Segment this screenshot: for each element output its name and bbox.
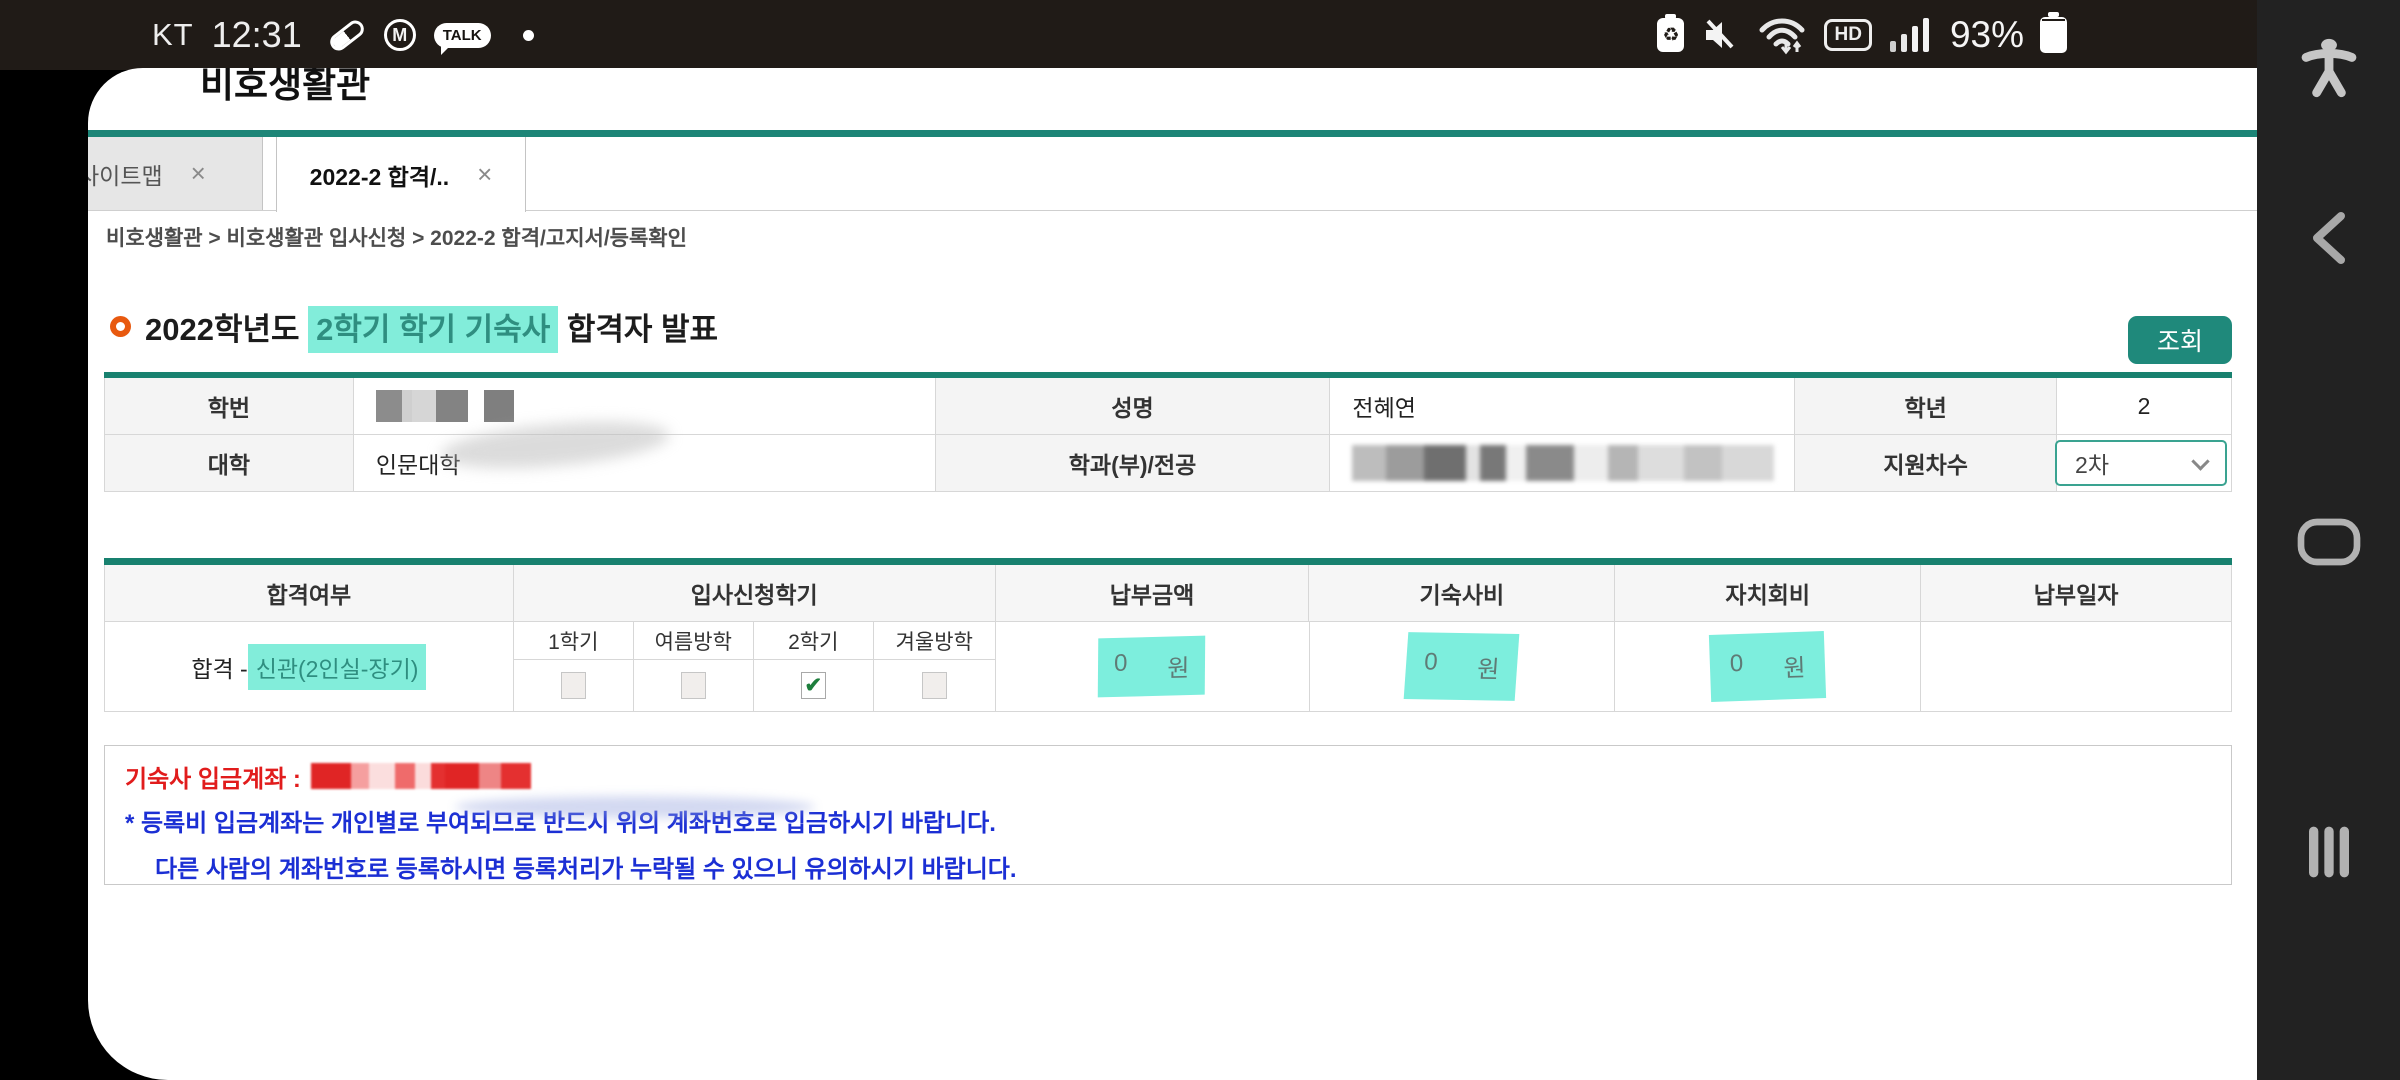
- subheader-semester1: 1학기: [514, 622, 634, 660]
- dorm-fee-cell: 0원: [1310, 622, 1616, 712]
- redacted-account-number: [311, 763, 531, 789]
- signal-icon: [1888, 15, 1934, 55]
- capsule-icon: [327, 17, 367, 54]
- notice-line-1: * 등록비 입금계좌는 개인별로 부여되므로 반드시 위의 계좌번호로 입금하시…: [125, 803, 2231, 838]
- header-dorm-fee: 기숙사비: [1309, 565, 1615, 622]
- back-icon[interactable]: [2304, 210, 2354, 266]
- payment-date-cell: [1921, 622, 2232, 712]
- m-badge-icon: M: [384, 19, 416, 51]
- value-name: 전혜연: [1330, 378, 1795, 435]
- amount-highlight: 0원: [1098, 636, 1206, 698]
- status-bar: KT 12:31 M TALK ♻ HD: [0, 0, 2257, 70]
- page-title: 2022학년도 2학기 학기 기숙사 합격자 발표: [145, 304, 718, 349]
- label-major: 학과(부)/전공: [936, 435, 1331, 492]
- battery-percent-label: 93%: [1950, 14, 2024, 56]
- content-card: 비호생활관 사이트맵 × 2022-2 합격/.. × 비호생활관 > 비호생활…: [88, 68, 2257, 1080]
- battery-icon: [2040, 17, 2067, 53]
- mute-icon: [1700, 15, 1740, 55]
- bullet-icon: [110, 316, 131, 337]
- clock-label: 12:31: [212, 14, 302, 56]
- value-major: [1330, 435, 1795, 492]
- acceptance-highlight: 신관(2인실-장기): [248, 644, 427, 690]
- chevron-down-icon: [2191, 452, 2209, 470]
- page-title-row: 2022학년도 2학기 학기 기숙사 합격자 발표: [110, 304, 718, 349]
- application-round-select[interactable]: 2차: [2055, 440, 2227, 486]
- subheader-winter: 겨울방학: [874, 622, 996, 660]
- acceptance-result-table: 합격여부 입사신청학기 납부금액 기숙사비 자치회비 납부일자 합격 - 신관(…: [104, 558, 2232, 712]
- label-college: 대학: [105, 435, 354, 492]
- label-name: 성명: [936, 378, 1331, 435]
- wifi-icon: [1756, 14, 1808, 56]
- amount-highlight: 0원: [1709, 631, 1827, 702]
- subheader-semester2: 2학기: [754, 622, 874, 660]
- kakaotalk-icon: TALK: [434, 23, 491, 48]
- checkbox-winter[interactable]: [922, 672, 947, 699]
- checkbox-semester1[interactable]: [561, 672, 586, 699]
- header-payment-amount: 납부금액: [996, 565, 1310, 622]
- notice-box: 기숙사 입금계좌 : * 등록비 입금계좌는 개인별로 부여되므로 반드시 위의…: [104, 745, 2232, 885]
- checkbox-semester2[interactable]: ✔: [801, 672, 826, 699]
- tab-accent-line: [88, 130, 2257, 137]
- amount-highlight: 0원: [1404, 632, 1520, 701]
- title-highlight: 2학기 학기 기숙사: [308, 306, 558, 353]
- label-application-round: 지원차수: [1795, 435, 2057, 492]
- home-icon[interactable]: [2297, 518, 2361, 566]
- header-application-semester: 입사신청학기: [514, 565, 996, 622]
- tab-sitemap[interactable]: 사이트맵 ×: [88, 137, 263, 210]
- carrier-label: KT: [152, 17, 194, 53]
- tab-current-page[interactable]: 2022-2 합격/.. ×: [276, 137, 526, 212]
- acceptance-result-cell: 합격 - 신관(2인실-장기): [105, 622, 514, 712]
- hd-icon: HD: [1824, 19, 1871, 51]
- accessibility-icon[interactable]: [2300, 38, 2358, 98]
- semester-grid: 1학기 여름방학 2학기 겨울방학 ✔: [514, 622, 996, 712]
- header-council-fee: 자치회비: [1615, 565, 1921, 622]
- label-student-id: 학번: [105, 378, 354, 435]
- header-payment-date: 납부일자: [1921, 565, 2232, 622]
- subheader-summer: 여름방학: [634, 622, 754, 660]
- label-grade: 학년: [1795, 378, 2057, 435]
- redacted-major: [1352, 445, 1774, 481]
- notification-dot-icon: [523, 30, 534, 41]
- value-application-round: 2차: [2057, 435, 2232, 492]
- checkbox-summer[interactable]: [681, 672, 706, 699]
- value-student-id: [354, 378, 936, 435]
- value-college: 인문대학: [354, 435, 936, 492]
- close-icon[interactable]: ×: [191, 158, 206, 189]
- payment-amount-cell: 0원: [996, 622, 1310, 712]
- redacted-student-id: [376, 390, 514, 422]
- account-line: 기숙사 입금계좌 :: [125, 760, 2231, 792]
- recents-icon[interactable]: [2306, 824, 2352, 880]
- battery-saver-icon: ♻: [1657, 18, 1684, 52]
- navigation-rail: [2257, 0, 2400, 1080]
- page-header-title: 비호생활관: [200, 68, 370, 108]
- close-icon[interactable]: ×: [477, 159, 492, 190]
- notice-line-2: 다른 사람의 계좌번호로 등록하시면 등록처리가 누락될 수 있으니 유의하시기…: [155, 849, 2231, 884]
- query-button[interactable]: 조회: [2128, 316, 2232, 364]
- student-info-table: 학번 성명 전혜연 학년 2 대학 인문대학 학과(부)/전공 지원차수: [104, 372, 2232, 492]
- header-acceptance: 합격여부: [105, 565, 514, 622]
- table-top-accent: [104, 558, 2232, 565]
- breadcrumb: 비호생활관 > 비호생활관 입사신청 > 2022-2 합격/고지서/등록확인: [106, 222, 687, 252]
- phone-screen: KT 12:31 M TALK ♻ HD: [0, 0, 2400, 1080]
- value-grade: 2: [2057, 378, 2232, 435]
- council-fee-cell: 0원: [1615, 622, 1921, 712]
